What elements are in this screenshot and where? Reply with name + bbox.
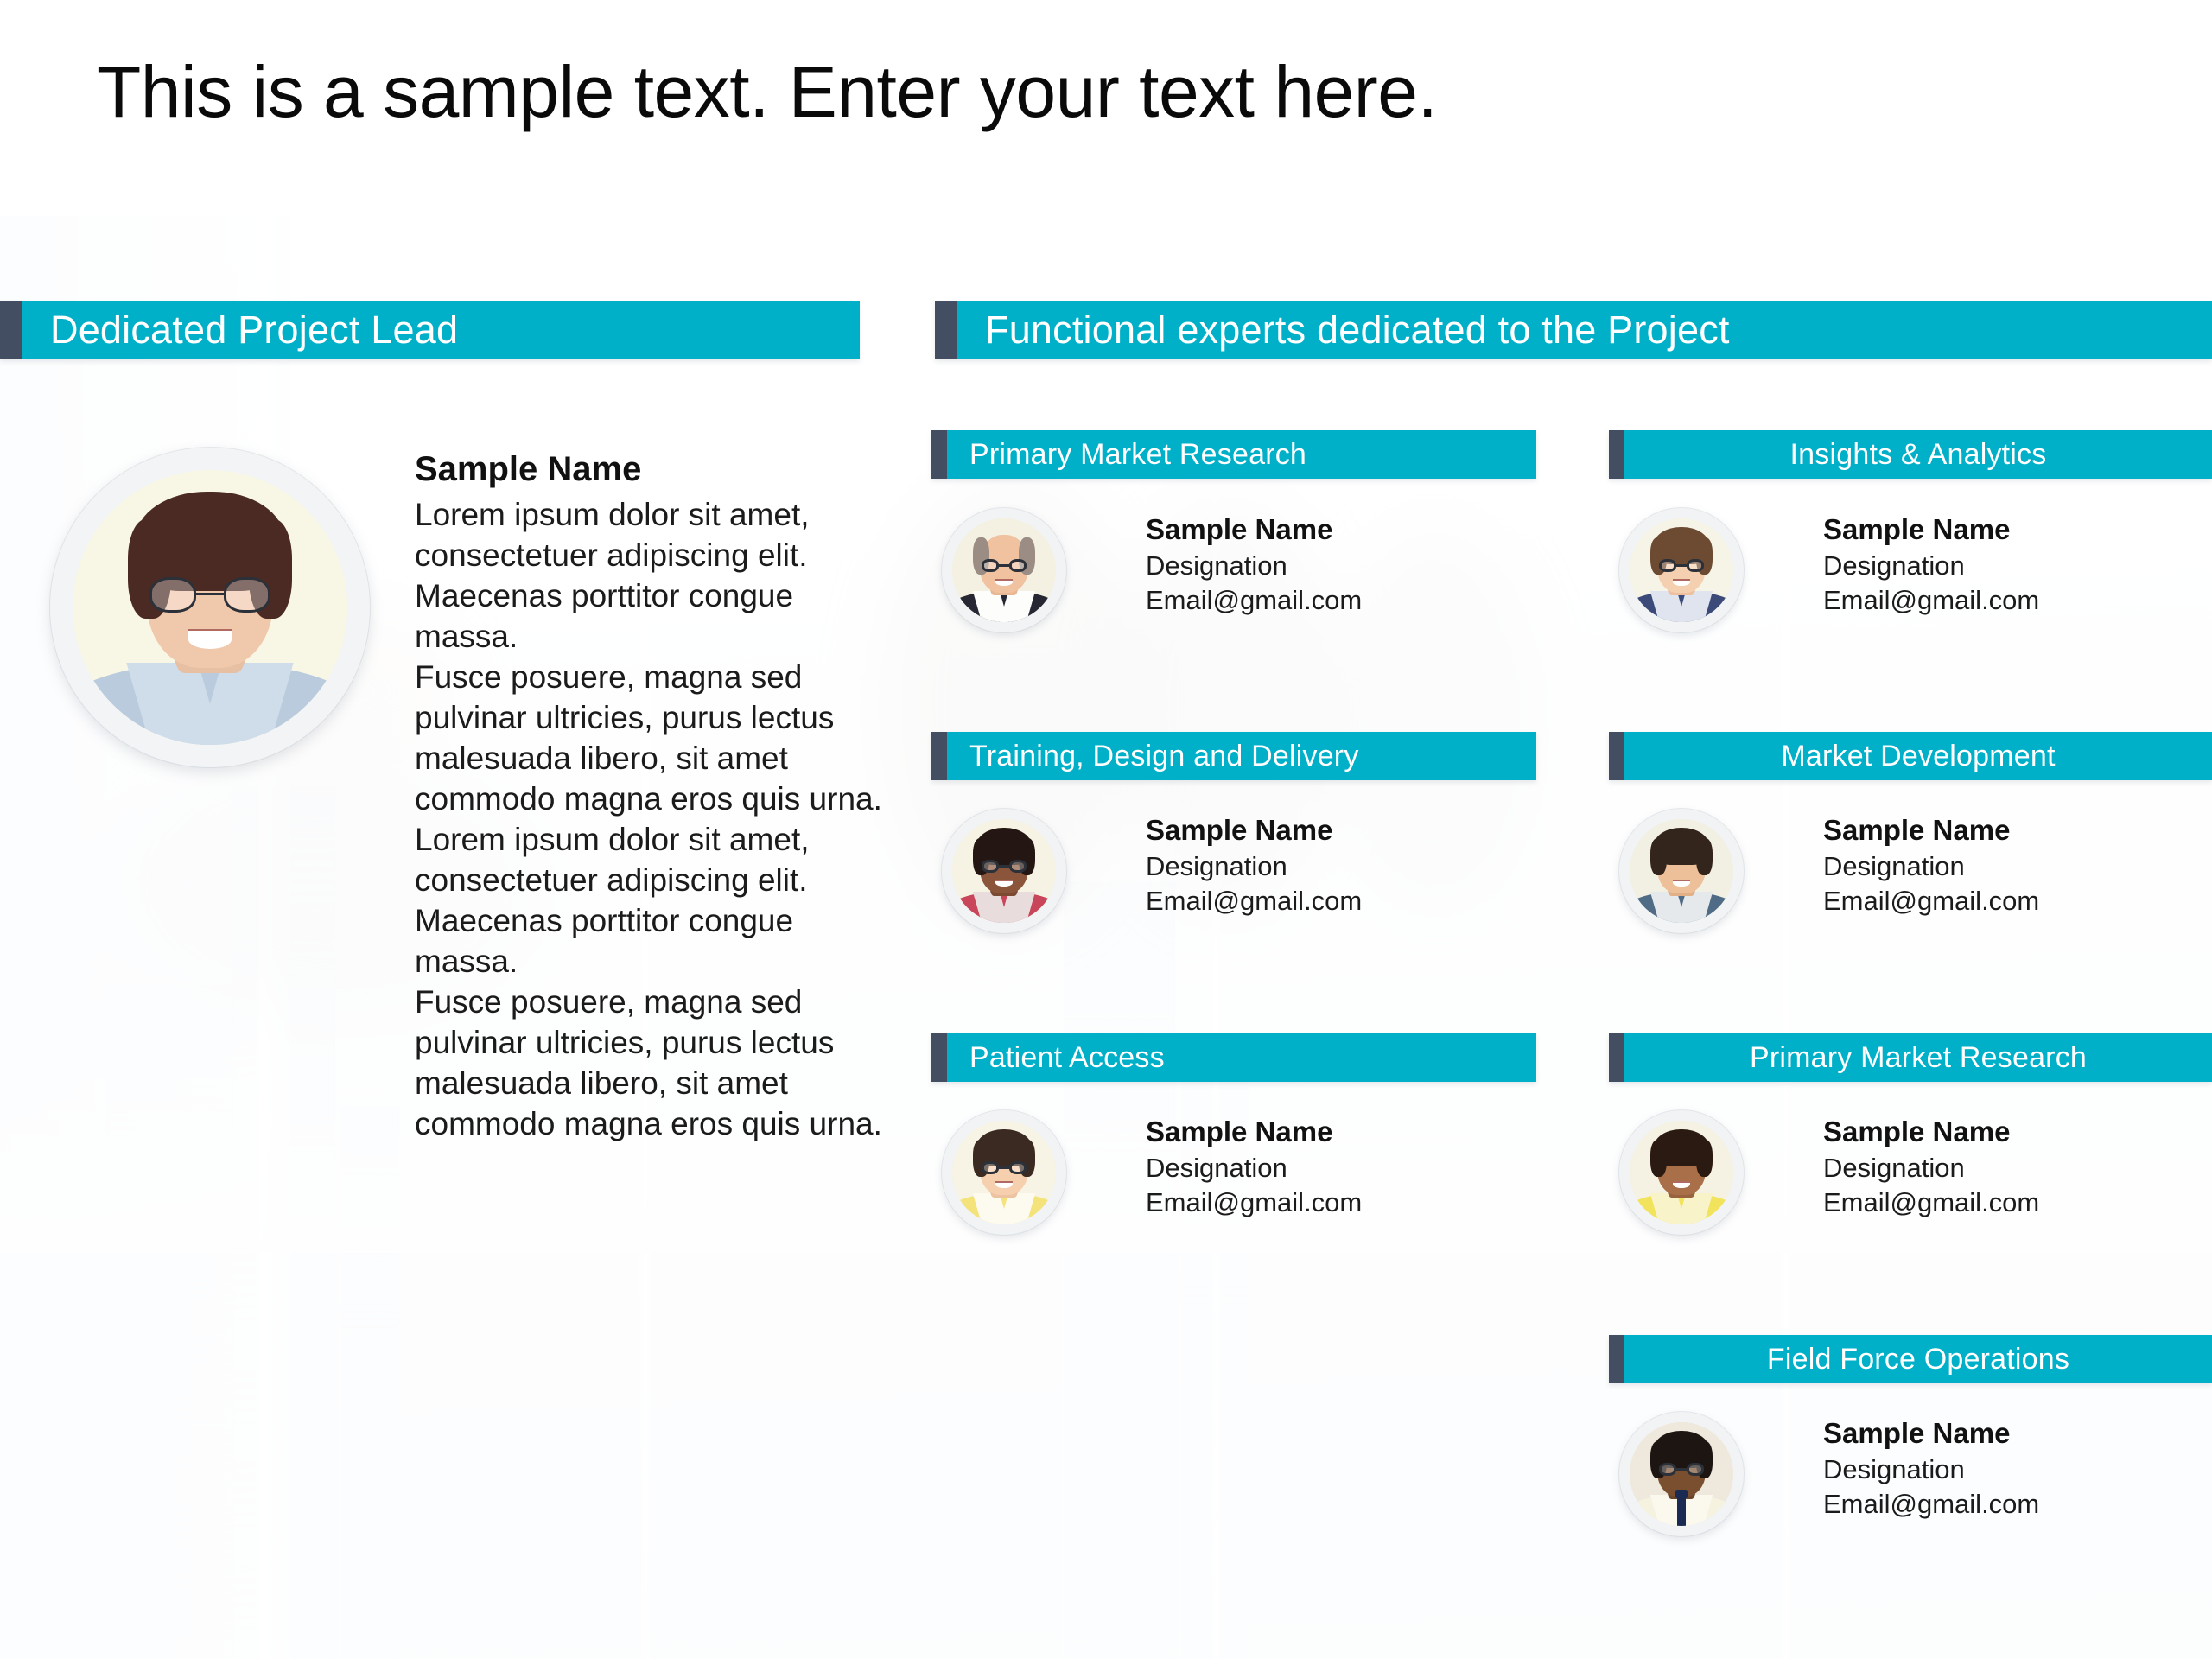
project-lead-paragraph: Lorem ipsum dolor sit amet, consectetuer… <box>415 822 810 980</box>
banner-accent-bar <box>0 301 22 359</box>
group-header-primary-market-research-1: Primary Market Research <box>931 430 1536 479</box>
banner-accent-bar <box>935 301 957 359</box>
expert-email[interactable]: Email@gmail.com <box>1146 884 1362 918</box>
group-header-primary-market-research-2: Primary Market Research <box>1609 1033 2212 1082</box>
avatar-illustration <box>1630 819 1733 923</box>
expert-email[interactable]: Email@gmail.com <box>1823 583 2039 618</box>
banner-fill: Field Force Operations <box>1624 1335 2212 1383</box>
group-header-label: Patient Access <box>969 1040 1165 1074</box>
expert-card: Sample Name Designation Email@gmail.com <box>1619 1110 2039 1235</box>
avatar-illustration <box>1630 1121 1733 1224</box>
expert-info: Sample Name Designation Email@gmail.com <box>1744 508 2039 618</box>
expert-avatar <box>1619 809 1744 933</box>
expert-info: Sample Name Designation Email@gmail.com <box>1066 508 1362 618</box>
expert-designation: Designation <box>1146 850 1287 881</box>
avatar-illustration <box>1630 518 1733 622</box>
expert-card: Sample Name Designation Email@gmail.com <box>1619 809 2039 933</box>
banner-fill: Market Development <box>1624 732 2212 780</box>
group-header-patient-access: Patient Access <box>931 1033 1536 1082</box>
group-header-label: Primary Market Research <box>1749 1040 2088 1074</box>
banner-fill: Primary Market Research <box>947 430 1536 479</box>
banner-accent-bar <box>1609 732 1624 780</box>
project-lead-paragraph: Fusce posuere, magna sed pulvinar ultric… <box>415 984 882 1141</box>
group-header-market-development: Market Development <box>1609 732 2212 780</box>
expert-designation: Designation <box>1823 1152 1965 1183</box>
expert-avatar <box>1619 508 1744 632</box>
group-header-label: Field Force Operations <box>1766 1342 2070 1376</box>
expert-info: Sample Name Designation Email@gmail.com <box>1744 809 2039 918</box>
expert-name: Sample Name <box>1146 1116 1333 1147</box>
expert-email[interactable]: Email@gmail.com <box>1146 583 1362 618</box>
banner-accent-bar <box>1609 1033 1624 1082</box>
group-header-label: Primary Market Research <box>969 437 1307 471</box>
avatar-illustration <box>73 470 347 745</box>
group-header-label: Insights & Analytics <box>1789 437 2047 471</box>
banner-accent-bar <box>931 732 947 780</box>
expert-avatar <box>942 1110 1066 1235</box>
avatar-illustration <box>952 1121 1056 1224</box>
project-lead-name: Sample Name <box>415 450 642 488</box>
group-header-field-force-operations: Field Force Operations <box>1609 1335 2212 1383</box>
project-lead-details: Sample Name Lorem ipsum dolor sit amet, … <box>415 449 899 1145</box>
banner-accent-bar <box>931 430 947 479</box>
expert-email[interactable]: Email@gmail.com <box>1823 1487 2039 1522</box>
expert-avatar <box>1619 1110 1744 1235</box>
avatar-illustration <box>1630 1422 1733 1526</box>
expert-designation: Designation <box>1146 1152 1287 1183</box>
expert-name: Sample Name <box>1823 814 2011 846</box>
group-header-label: Training, Design and Delivery <box>969 739 1359 772</box>
expert-card: Sample Name Designation Email@gmail.com <box>942 508 1362 632</box>
expert-email[interactable]: Email@gmail.com <box>1823 884 2039 918</box>
banner-fill: Primary Market Research <box>1624 1033 2212 1082</box>
expert-card: Sample Name Designation Email@gmail.com <box>942 1110 1362 1235</box>
expert-info: Sample Name Designation Email@gmail.com <box>1744 1110 2039 1220</box>
expert-info: Sample Name Designation Email@gmail.com <box>1066 809 1362 918</box>
banner-fill: Training, Design and Delivery <box>947 732 1536 780</box>
expert-avatar <box>942 809 1066 933</box>
banner-fill: Dedicated Project Lead <box>22 301 860 359</box>
section-header-dedicated-project-lead: Dedicated Project Lead <box>0 301 860 359</box>
expert-name: Sample Name <box>1146 814 1333 846</box>
expert-name: Sample Name <box>1146 513 1333 545</box>
banner-accent-bar <box>1609 1335 1624 1383</box>
expert-designation: Designation <box>1823 850 1965 881</box>
slide-canvas: This is a sample text. Enter your text h… <box>0 0 2212 1659</box>
group-header-label: Market Development <box>1781 739 2056 772</box>
expert-name: Sample Name <box>1823 1417 2011 1449</box>
expert-designation: Designation <box>1823 1453 1965 1484</box>
expert-avatar <box>942 508 1066 632</box>
project-lead-paragraph: Lorem ipsum dolor sit amet, consectetuer… <box>415 497 810 655</box>
expert-email[interactable]: Email@gmail.com <box>1823 1185 2039 1220</box>
project-lead-avatar <box>50 448 370 767</box>
section-header-functional-experts: Functional experts dedicated to the Proj… <box>935 301 2212 359</box>
expert-name: Sample Name <box>1823 1116 2011 1147</box>
page-title: This is a sample text. Enter your text h… <box>97 51 1438 132</box>
expert-info: Sample Name Designation Email@gmail.com <box>1744 1412 2039 1522</box>
project-lead-paragraph: Fusce posuere, magna sed pulvinar ultric… <box>415 659 882 817</box>
avatar-illustration <box>952 518 1056 622</box>
expert-card: Sample Name Designation Email@gmail.com <box>942 809 1362 933</box>
banner-fill: Patient Access <box>947 1033 1536 1082</box>
banner-accent-bar <box>1609 430 1624 479</box>
banner-fill: Functional experts dedicated to the Proj… <box>957 301 2212 359</box>
expert-designation: Designation <box>1146 550 1287 581</box>
expert-email[interactable]: Email@gmail.com <box>1146 1185 1362 1220</box>
banner-fill: Insights & Analytics <box>1624 430 2212 479</box>
section-header-label: Dedicated Project Lead <box>50 308 459 352</box>
group-header-insights-and-analytics: Insights & Analytics <box>1609 430 2212 479</box>
expert-name: Sample Name <box>1823 513 2011 545</box>
expert-info: Sample Name Designation Email@gmail.com <box>1066 1110 1362 1220</box>
group-header-training-design-and-delivery: Training, Design and Delivery <box>931 732 1536 780</box>
expert-avatar <box>1619 1412 1744 1536</box>
avatar-illustration <box>952 819 1056 923</box>
expert-card: Sample Name Designation Email@gmail.com <box>1619 1412 2039 1536</box>
expert-designation: Designation <box>1823 550 1965 581</box>
section-header-label: Functional experts dedicated to the Proj… <box>985 308 1730 352</box>
expert-card: Sample Name Designation Email@gmail.com <box>1619 508 2039 632</box>
banner-accent-bar <box>931 1033 947 1082</box>
